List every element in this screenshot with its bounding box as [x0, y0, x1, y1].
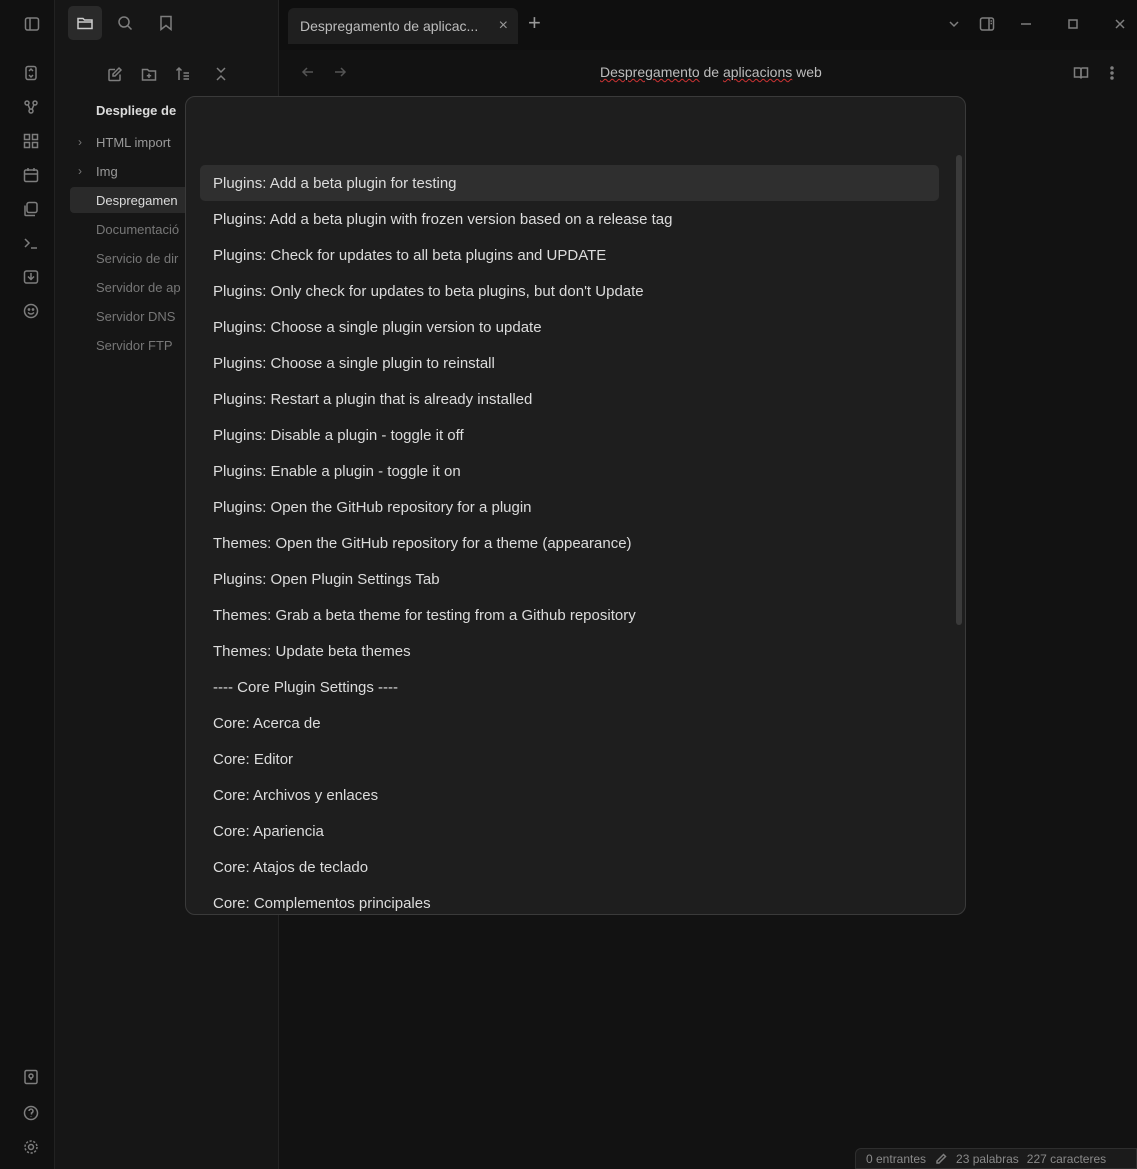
right-sidebar-toggle-icon[interactable] [976, 13, 998, 35]
command-item[interactable]: Themes: Grab a beta theme for testing fr… [200, 597, 939, 633]
command-item[interactable]: Plugins: Disable a plugin - toggle it of… [200, 417, 939, 453]
chevron-right-icon: › [78, 135, 82, 149]
word-count: 23 palabras [956, 1151, 1019, 1166]
forward-arrow-icon[interactable] [330, 62, 350, 82]
graph-view-icon[interactable] [20, 96, 42, 118]
reading-view-icon[interactable] [1070, 62, 1092, 84]
command-item[interactable]: Core: Complementos principales [200, 885, 939, 914]
sort-order-icon[interactable] [172, 63, 194, 85]
command-item[interactable]: Core: Acerca de [200, 705, 939, 741]
command-item[interactable]: Plugins: Add a beta plugin with frozen v… [200, 201, 939, 237]
command-item[interactable]: Core: Apariencia [200, 813, 939, 849]
command-item[interactable]: Plugins: Enable a plugin - toggle it on [200, 453, 939, 489]
settings-gear-icon[interactable] [20, 1136, 42, 1158]
tab-title: Despregamento de aplicac... [300, 18, 479, 34]
daily-note-icon[interactable] [20, 164, 42, 186]
smiley-icon[interactable] [20, 300, 42, 322]
char-count: 227 caracteres [1026, 1151, 1107, 1166]
command-item[interactable]: Plugins: Open Plugin Settings Tab [200, 561, 939, 597]
new-tab-icon[interactable]: + [528, 12, 541, 34]
command-item[interactable]: Plugins: Only check for updates to beta … [200, 273, 939, 309]
command-search-input[interactable] [200, 109, 950, 153]
switcher-icon[interactable] [20, 62, 42, 84]
tab-active-note[interactable]: Despregamento de aplicac... × [288, 8, 518, 44]
new-folder-icon[interactable] [138, 63, 160, 85]
vault-switcher-icon[interactable] [20, 1066, 42, 1088]
canvas-icon[interactable] [20, 130, 42, 152]
tab-list-chevron-icon[interactable] [944, 14, 964, 34]
command-palette: Plugins: Add a beta plugin for testing P… [185, 96, 966, 915]
maximize-window-icon[interactable] [1063, 14, 1083, 34]
help-icon[interactable] [20, 1102, 42, 1124]
note-title[interactable]: Despregamento de aplicacions web [600, 64, 822, 80]
back-arrow-icon[interactable] [298, 62, 318, 82]
command-suggestions: Plugins: Add a beta plugin for testing P… [200, 165, 939, 914]
command-item[interactable]: Core: Editor [200, 741, 939, 777]
files-tab-icon[interactable] [68, 6, 102, 40]
minimize-window-icon[interactable] [1016, 14, 1036, 34]
tab-close-icon[interactable]: × [499, 17, 508, 35]
bookmarks-tab-icon[interactable] [155, 12, 177, 34]
command-item[interactable]: Core: Archivos y enlaces [200, 777, 939, 813]
backlinks-count[interactable]: 0 entrantes [866, 1152, 926, 1166]
close-window-icon[interactable] [1110, 14, 1130, 34]
status-bar: 0 entrantes 23 palabras 227 caracteres [855, 1148, 1137, 1169]
edit-mode-icon[interactable] [934, 1152, 948, 1166]
templates-icon[interactable] [20, 198, 42, 220]
command-item[interactable]: Core: Atajos de teclado [200, 849, 939, 885]
terminal-icon[interactable] [20, 232, 42, 254]
command-item[interactable]: Themes: Update beta themes [200, 633, 939, 669]
suggestions-scrollbar[interactable] [956, 155, 962, 625]
sidebar-toggle-icon[interactable] [22, 14, 42, 34]
command-item[interactable]: Plugins: Check for updates to all beta p… [200, 237, 939, 273]
command-item[interactable]: Plugins: Choose a single plugin to reins… [200, 345, 939, 381]
command-item[interactable]: Plugins: Restart a plugin that is alread… [200, 381, 939, 417]
command-item[interactable]: Plugins: Open the GitHub repository for … [200, 489, 939, 525]
command-item[interactable]: ---- Core Plugin Settings ---- [200, 669, 939, 705]
search-tab-icon[interactable] [114, 12, 136, 34]
command-item[interactable]: Plugins: Choose a single plugin version … [200, 309, 939, 345]
command-item[interactable]: Plugins: Add a beta plugin for testing [200, 165, 939, 201]
import-icon[interactable] [20, 266, 42, 288]
more-options-icon[interactable] [1104, 62, 1120, 84]
command-item[interactable]: Themes: Open the GitHub repository for a… [200, 525, 939, 561]
chevron-right-icon: › [78, 164, 82, 178]
new-note-icon[interactable] [104, 63, 126, 85]
collapse-all-icon[interactable] [210, 63, 232, 85]
